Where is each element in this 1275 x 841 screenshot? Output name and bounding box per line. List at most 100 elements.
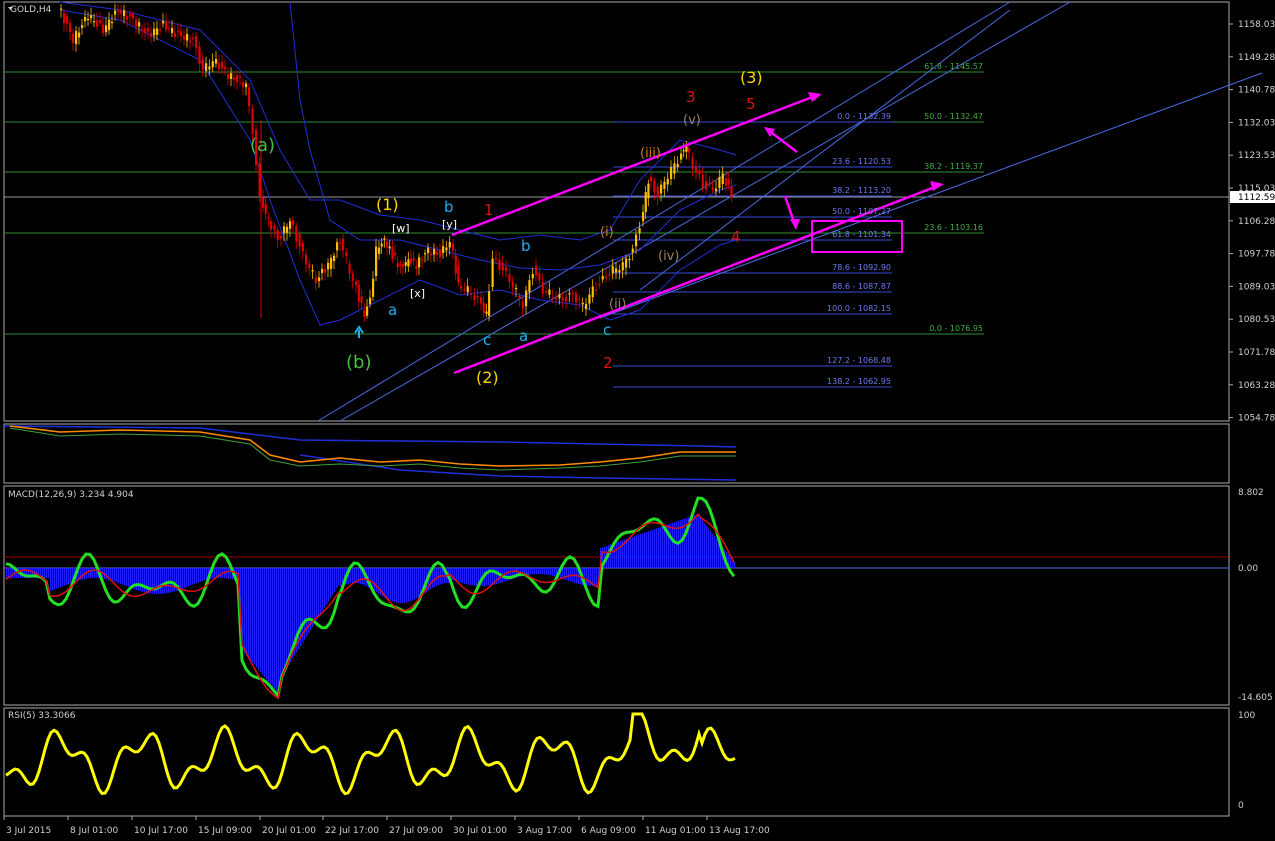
macd-hist-bar — [60, 568, 62, 588]
candle-body — [324, 269, 327, 273]
candle-body — [375, 246, 378, 276]
price-tick-label: 1071.78 — [1238, 348, 1275, 358]
candle-body — [480, 297, 483, 304]
price-tick-label: 1089.03 — [1238, 282, 1275, 292]
macd-hist-bar — [618, 541, 620, 568]
macd-hist-bar — [702, 520, 704, 568]
candle-body — [515, 287, 518, 290]
macd-hist-bar — [414, 568, 416, 600]
candle-body — [551, 297, 554, 299]
macd-hist-bar — [352, 568, 354, 584]
candle-body — [292, 220, 295, 226]
macd-hist-bar — [6, 568, 8, 578]
time-tick-label: 27 Jul 09:00 — [389, 826, 443, 836]
macd-hist-bar — [62, 568, 64, 587]
candle-body — [273, 225, 276, 230]
candle-body — [460, 286, 463, 289]
candle-body — [183, 35, 186, 40]
candle-body — [488, 291, 491, 316]
macd-hist-bar — [70, 568, 72, 584]
macd-hist-bar — [642, 533, 644, 568]
candle-body — [105, 25, 108, 33]
macd-hist-bar — [170, 568, 172, 593]
macd-hist-bar — [164, 568, 166, 594]
candle-body — [388, 246, 391, 249]
candle-body — [730, 185, 733, 199]
candle-body — [111, 21, 114, 24]
candle-body — [528, 280, 531, 293]
macd-hist-bar — [186, 568, 188, 587]
candle-body — [615, 268, 618, 273]
candle-body — [485, 311, 488, 314]
candle-body — [647, 183, 650, 199]
candle-body — [208, 66, 211, 70]
candle-body — [727, 178, 730, 185]
time-tick-label: 8 Jul 01:00 — [70, 826, 119, 836]
macd-hist-bar — [548, 568, 550, 576]
macd-hist-bar — [672, 522, 674, 568]
macd-hist-bar — [700, 518, 702, 568]
symbol-title: GOLD,H4 — [10, 5, 52, 15]
macd-hist-bar — [220, 568, 222, 579]
wave-orange-i: (i) — [600, 225, 614, 240]
macd-hist-bar — [662, 526, 664, 568]
candle-body — [588, 294, 591, 304]
time-tick-label: 15 Jul 09:00 — [198, 826, 252, 836]
wave-red-1: 1 — [484, 201, 494, 219]
wave-sub-y: [y] — [442, 218, 457, 231]
candle-body — [159, 29, 162, 31]
candle-body — [591, 286, 594, 298]
macd-hist-bar — [190, 568, 192, 586]
macd-hist-bar — [632, 536, 634, 568]
candle-body — [189, 41, 192, 43]
macd-hist-bar — [194, 568, 196, 584]
candle-body — [628, 258, 631, 261]
candle-body — [571, 293, 574, 295]
macd-hist-bar — [538, 568, 540, 575]
candle-body — [258, 163, 261, 197]
fib-blue-label: 38.2 - 1113.20 — [832, 186, 891, 195]
candle-body — [108, 19, 111, 30]
macd-hist-bar — [264, 568, 266, 677]
candle-body — [205, 63, 208, 71]
fib-green-label: 38.2 - 1119.37 — [924, 162, 983, 171]
candle-body — [114, 10, 117, 15]
candle-body — [663, 181, 666, 189]
chart-canvas[interactable]: GOLD,H4 0.0 - 1132.3923.6 - 1120.5338.2 … — [0, 0, 1275, 837]
macd-hist-bar — [270, 568, 272, 684]
macd-hist-bar — [674, 522, 676, 568]
candle-body — [601, 276, 604, 280]
time-tick-label: 3 Jul 2015 — [6, 826, 51, 836]
candle-body — [448, 241, 451, 248]
wave-1-yellow: (1) — [376, 195, 399, 214]
macd-hist-bar — [226, 568, 228, 579]
macd-hist-bar — [48, 568, 50, 578]
macd-hist-bar — [616, 542, 618, 568]
candle-body — [171, 28, 174, 33]
candle-body — [242, 82, 245, 87]
candle-body — [653, 181, 656, 192]
macd-hist-bar — [730, 557, 732, 568]
fib-blue-label: 61.8 - 1101.34 — [832, 230, 891, 239]
candle-body — [248, 87, 251, 106]
candle-body — [611, 266, 614, 274]
macd-hist-bar — [418, 568, 420, 597]
candle-body — [638, 228, 641, 234]
candle-body — [538, 273, 541, 281]
candle-body — [635, 234, 638, 247]
candle-body — [165, 21, 168, 30]
fib-blue-label: 138.2 - 1062.95 — [827, 377, 891, 386]
candle-body — [625, 258, 628, 268]
candle-body — [195, 36, 198, 48]
fib-green-label: 61.8 - 1145.57 — [924, 62, 983, 71]
macd-hist-bar — [528, 568, 530, 575]
candle-body — [339, 242, 342, 244]
candle-body — [695, 166, 698, 173]
candle-body — [123, 10, 126, 16]
candle-body — [321, 269, 324, 274]
candle-body — [357, 284, 360, 302]
candle-body — [289, 221, 292, 229]
macd-hist-bar — [416, 568, 418, 599]
rsi-label: RSI(5) 33.3066 — [8, 711, 76, 721]
macd-hist-bar — [116, 568, 118, 583]
